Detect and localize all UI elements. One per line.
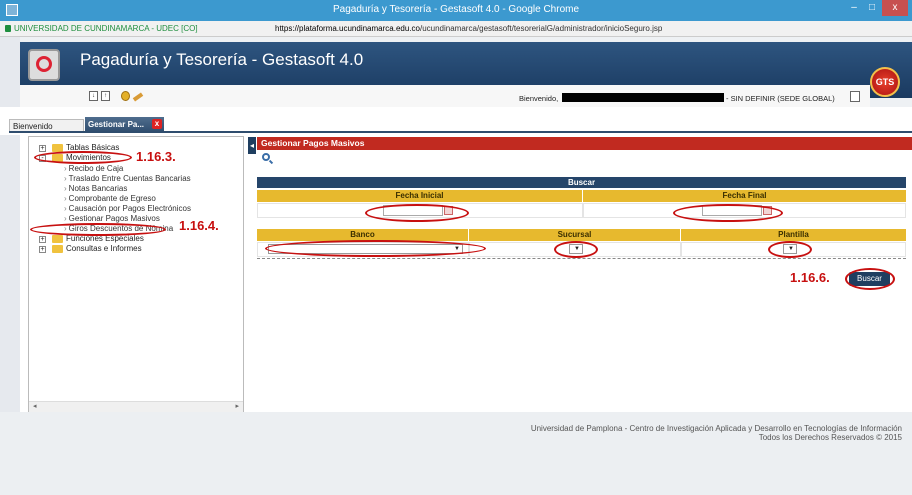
tree-leaf-causacion[interactable]: › Causación por Pagos Electrónicos [64,204,191,213]
redacted-username [562,93,724,102]
search-section-header: Buscar [257,177,906,188]
leaf-label: Comprobante de Egreso [68,194,156,203]
leaf-label: Traslado Entre Cuentas Bancarias [68,174,191,183]
leaf-label: Notas Bancarias [68,184,128,193]
tab-gestionar-pagos[interactable]: Gestionar Pa... x [85,117,164,132]
welcome-label: Bienvenido, [519,94,559,103]
annotation-oval-fecha-inicial [365,204,469,222]
close-tab-icon[interactable]: x [152,119,162,129]
leaf-arrow-icon: › [64,174,67,183]
tree-leaf-traslado[interactable]: › Traslado Entre Cuentas Bancarias [64,174,191,183]
app-title: Pagaduría y Tesorería - Gestasoft 4.0 [80,50,364,69]
form-separator [257,258,906,259]
sucursal-header: Sucursal [469,229,681,241]
leaf-arrow-icon: › [64,164,67,173]
tab-label: Gestionar Pa... [88,120,145,129]
gts-badge-icon: GTS [870,67,900,97]
annotation-label-3: 1.16.6. [790,270,830,285]
annotation-oval-sucursal [554,241,598,258]
leaf-arrow-icon: › [64,214,67,223]
search-icon[interactable] [262,153,270,161]
footer-credits: Universidad de Pamplona - Centro de Inve… [530,424,902,433]
help-icon[interactable] [121,91,130,101]
upload-icon[interactable]: ↑ [101,91,110,101]
tree-item-consultas-informes[interactable]: Consultas e Informes [66,244,142,253]
leaf-arrow-icon: › [64,194,67,203]
browser-title-bar: Pagaduría y Tesorería - Gestasoft 4.0 - … [0,0,912,21]
tree-horizontal-scrollbar[interactable]: ◂ ▸ [29,401,243,412]
fecha-final-header: Fecha Final [583,190,906,202]
annotation-oval-banco [265,240,486,257]
collapse-tree-button[interactable]: ◂ [248,137,256,154]
annotation-oval-fecha-final [673,204,783,222]
minimize-button[interactable]: – [846,0,862,16]
fecha-inicial-header: Fecha Inicial [257,190,583,202]
tree-leaf-notas-bancarias[interactable]: › Notas Bancarias [64,184,127,193]
tab-underline [9,131,912,133]
lock-icon [5,25,11,32]
annotation-oval-movimientos [34,151,132,164]
url-host: https://plataforma.ucundinamarca.edu.co [275,24,420,33]
app-logo-icon [28,49,60,81]
logout-icon[interactable] [850,91,860,102]
annotation-oval-plantilla [768,241,812,258]
leaf-arrow-icon: › [64,184,67,193]
url-path: /ucundinamarca/gestasoft/tesorerialG/adm… [419,24,663,33]
close-window-button[interactable]: x [882,0,908,16]
annotation-oval-gestionar [30,223,166,236]
download-icon[interactable]: ↓ [89,91,98,101]
url-text[interactable]: https://plataforma.ucundinamarca.edu.co/… [275,21,662,36]
leaf-arrow-icon: › [64,204,67,213]
leaf-label: Causación por Pagos Electrónicos [68,204,191,213]
leaf-label: Recibo de Caja [68,164,124,173]
panel-title: Gestionar Pagos Masivos [257,137,912,150]
tree-leaf-gestionar-pagos-masivos[interactable]: › Gestionar Pagos Masivos [64,214,160,223]
scroll-right-icon[interactable]: ▸ [235,402,239,410]
tree-expander-funciones[interactable]: + [39,236,46,243]
leaf-label: Gestionar Pagos Masivos [68,214,160,223]
annotation-oval-buscar [845,268,895,290]
annotation-label-2: 1.16.4. [179,218,219,233]
tree-leaf-comprobante-egreso[interactable]: › Comprobante de Egreso [64,194,156,203]
tree-expander-tablas[interactable]: + [39,145,46,152]
user-sede-label: - SIN DEFINIR (SEDE GLOBAL) [726,94,835,103]
window-title: Pagaduría y Tesorería - Gestasoft 4.0 - … [332,4,580,15]
footer-copyright: Todos los Derechos Reservados © 2015 [758,433,902,442]
folder-icon [52,235,63,243]
annotation-label-1: 1.16.3. [136,149,176,164]
maximize-button[interactable]: □ [864,0,880,16]
address-bar[interactable]: UNIVERSIDAD DE CUNDINAMARCA - UDEC [CO] … [0,21,912,37]
tree-leaf-recibo-de-caja[interactable]: › Recibo de Caja [64,164,123,173]
scroll-left-icon[interactable]: ◂ [33,402,37,410]
site-identity[interactable]: UNIVERSIDAD DE CUNDINAMARCA - UDEC [CO] [14,21,198,36]
folder-icon [52,245,63,253]
tree-expander-consultas[interactable]: + [39,246,46,253]
plantilla-header: Plantilla [681,229,906,241]
